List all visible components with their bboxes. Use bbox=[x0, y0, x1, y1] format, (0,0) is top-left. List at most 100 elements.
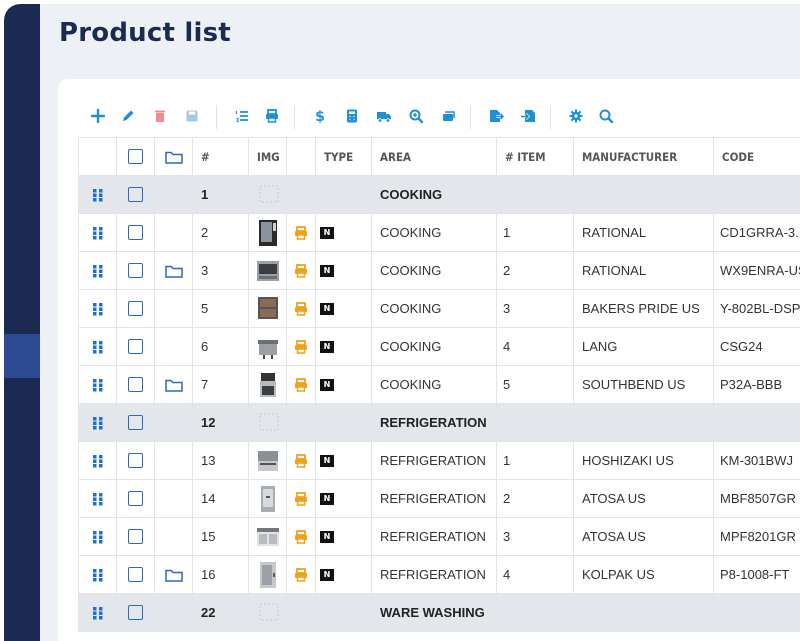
header-type[interactable]: TYPE bbox=[315, 137, 372, 176]
row-checkbox[interactable] bbox=[128, 339, 143, 354]
row-checkbox[interactable] bbox=[128, 301, 143, 316]
search-button[interactable] bbox=[596, 106, 616, 126]
drag-handle-icon[interactable] bbox=[92, 492, 104, 506]
row-checkbox[interactable] bbox=[128, 263, 143, 278]
drag-cell[interactable] bbox=[78, 251, 117, 290]
print-cell[interactable] bbox=[286, 327, 316, 366]
select-cell[interactable] bbox=[116, 365, 155, 404]
select-all-checkbox[interactable] bbox=[128, 149, 143, 164]
group-row[interactable]: 12 REFRIGERATION bbox=[78, 403, 800, 442]
table-row[interactable]: 16 N REFRIGERATION 4 KOLPAK US P8-1008-FT bbox=[78, 555, 800, 594]
select-cell[interactable] bbox=[116, 251, 155, 290]
table-row[interactable]: 15 N REFRIGERATION 3 ATOSA US MPF8201GR bbox=[78, 517, 800, 556]
product-image-deck-oven[interactable] bbox=[256, 295, 280, 323]
row-checkbox[interactable] bbox=[128, 491, 143, 506]
row-checkbox[interactable] bbox=[128, 605, 143, 620]
table-row[interactable]: 7 N COOKING 5 SOUTHBEND US P32A-BBB bbox=[78, 365, 800, 404]
print-icon[interactable] bbox=[292, 301, 310, 317]
drag-handle-icon[interactable] bbox=[92, 226, 104, 240]
row-checkbox[interactable] bbox=[128, 453, 143, 468]
row-checkbox[interactable] bbox=[128, 529, 143, 544]
select-cell[interactable] bbox=[116, 327, 155, 366]
drag-handle-icon[interactable] bbox=[92, 302, 104, 316]
select-cell[interactable] bbox=[116, 555, 155, 594]
export-button[interactable] bbox=[486, 106, 506, 126]
group-row[interactable]: 22 WARE WASHING bbox=[78, 593, 800, 632]
drag-cell[interactable] bbox=[78, 593, 117, 632]
drag-handle-icon[interactable] bbox=[92, 264, 104, 278]
header-select-all[interactable] bbox=[116, 137, 155, 176]
image-cell[interactable] bbox=[248, 213, 287, 252]
print-icon[interactable] bbox=[292, 453, 310, 469]
print-cell[interactable] bbox=[286, 555, 316, 594]
drag-handle-icon[interactable] bbox=[92, 416, 104, 430]
image-cell[interactable] bbox=[248, 251, 287, 290]
drag-handle-icon[interactable] bbox=[92, 568, 104, 582]
table-row[interactable]: 6 N COOKING 4 LANG CSG24 bbox=[78, 327, 800, 366]
folder-cell[interactable] bbox=[154, 555, 193, 594]
drag-cell[interactable] bbox=[78, 365, 117, 404]
select-cell[interactable] bbox=[116, 213, 155, 252]
drag-cell[interactable] bbox=[78, 175, 117, 214]
print-cell[interactable] bbox=[286, 479, 316, 518]
select-cell[interactable] bbox=[116, 289, 155, 328]
select-cell[interactable] bbox=[116, 517, 155, 556]
trash-button[interactable] bbox=[150, 106, 170, 126]
select-cell[interactable] bbox=[116, 441, 155, 480]
group-row[interactable]: 1 COOKING bbox=[78, 175, 800, 214]
header-item[interactable]: # ITEM bbox=[496, 137, 574, 176]
image-cell[interactable] bbox=[248, 441, 287, 480]
print-icon[interactable] bbox=[292, 567, 310, 583]
copy-button[interactable] bbox=[438, 106, 458, 126]
folder-icon[interactable] bbox=[164, 378, 183, 392]
gear-button[interactable] bbox=[566, 106, 586, 126]
print-icon[interactable] bbox=[292, 339, 310, 355]
image-cell[interactable] bbox=[248, 517, 287, 556]
list-ordered-button[interactable] bbox=[232, 106, 252, 126]
table-row[interactable]: 14 N REFRIGERATION 2 ATOSA US MBF8507GR bbox=[78, 479, 800, 518]
image-cell[interactable] bbox=[248, 365, 287, 404]
drag-cell[interactable] bbox=[78, 479, 117, 518]
drag-cell[interactable] bbox=[78, 555, 117, 594]
table-row[interactable]: 3 N COOKING 2 RATIONAL WX9ENRA-US bbox=[78, 251, 800, 290]
drag-handle-icon[interactable] bbox=[92, 454, 104, 468]
folder-cell[interactable] bbox=[154, 365, 193, 404]
drag-handle-icon[interactable] bbox=[92, 340, 104, 354]
print-cell[interactable] bbox=[286, 441, 316, 480]
image-cell[interactable] bbox=[248, 555, 287, 594]
drag-cell[interactable] bbox=[78, 327, 117, 366]
header-area[interactable]: AREA bbox=[371, 137, 497, 176]
header-code[interactable]: CODE bbox=[713, 137, 800, 176]
drag-cell[interactable] bbox=[78, 441, 117, 480]
print-cell[interactable] bbox=[286, 289, 316, 328]
product-image-ice-machine[interactable] bbox=[256, 447, 280, 475]
product-image-combi-oven[interactable] bbox=[256, 219, 280, 247]
header-manufacturer[interactable]: MANUFACTURER bbox=[573, 137, 714, 176]
table-row[interactable]: 2 N COOKING 1 RATIONAL CD1GRRA-3... bbox=[78, 213, 800, 252]
print-icon[interactable] bbox=[292, 225, 310, 241]
product-image-rack-oven[interactable] bbox=[256, 257, 280, 285]
calculator-button[interactable] bbox=[342, 106, 362, 126]
select-cell[interactable] bbox=[116, 479, 155, 518]
search-plus-button[interactable] bbox=[406, 106, 426, 126]
print-cell[interactable] bbox=[286, 517, 316, 556]
image-cell[interactable] bbox=[248, 327, 287, 366]
plus-button[interactable] bbox=[88, 106, 108, 126]
import-button[interactable] bbox=[518, 106, 538, 126]
pencil-button[interactable] bbox=[118, 106, 138, 126]
row-checkbox[interactable] bbox=[128, 225, 143, 240]
row-checkbox[interactable] bbox=[128, 187, 143, 202]
product-image-placeholder[interactable] bbox=[256, 181, 280, 209]
print-cell[interactable] bbox=[286, 251, 316, 290]
drag-cell[interactable] bbox=[78, 517, 117, 556]
print-icon[interactable] bbox=[292, 263, 310, 279]
image-cell[interactable] bbox=[248, 289, 287, 328]
print-cell[interactable] bbox=[286, 213, 316, 252]
save-button[interactable] bbox=[182, 106, 202, 126]
image-cell[interactable] bbox=[248, 479, 287, 518]
drag-handle-icon[interactable] bbox=[92, 606, 104, 620]
table-row[interactable]: 13 N REFRIGERATION 1 HOSHIZAKI US KM-301BWJ bbox=[78, 441, 800, 480]
row-checkbox[interactable] bbox=[128, 377, 143, 392]
drag-cell[interactable] bbox=[78, 213, 117, 252]
product-image-prep-table[interactable] bbox=[256, 523, 280, 551]
